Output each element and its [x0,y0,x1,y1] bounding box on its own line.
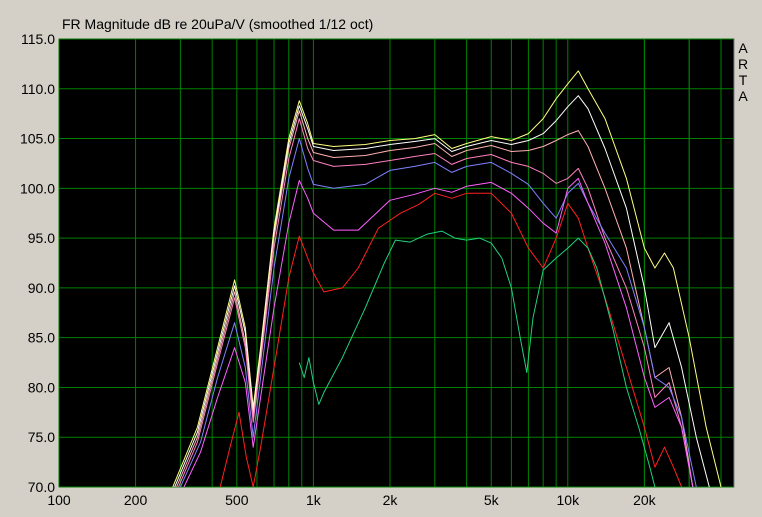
y-tick-label: 80.0 [28,379,55,395]
arta-letter: R [737,56,749,72]
x-tick-label: 200 [124,492,148,508]
x-tick-label: 500 [225,492,249,508]
chart-title: FR Magnitude dB re 20uPa/V (smoothed 1/1… [62,16,374,32]
x-tick-label: 1k [306,492,322,508]
y-tick-label: 110.0 [21,81,55,97]
arta-letter: A [738,40,748,56]
y-tick-labels: 115.0 110.0 105.0 100.0 95.0 90.0 85.0 80.0 75.0… [20,31,55,495]
x-tick-labels: 100 200 500 1k 2k 5k 10k 20k [47,492,656,508]
x-tick-label: 10k [557,492,581,508]
y-tick-label: 100.0 [20,180,55,196]
plot-background [58,38,735,488]
y-tick-label: 75.0 [28,429,55,445]
x-tick-label: 100 [47,492,71,508]
y-tick-label: 90.0 [28,280,55,296]
x-tick-label: 2k [383,492,399,508]
x-tick-label: 5k [484,492,500,508]
chart-area: 115.0 110.0 105.0 100.0 95.0 90.0 85.0 80.0 75.0… [20,31,735,508]
y-tick-label: 95.0 [28,230,55,246]
arta-letter: T [738,72,748,88]
y-tick-label: 105.0 [20,131,55,147]
x-tick-label: 20k [633,492,657,508]
arta-letter: A [738,88,748,104]
y-tick-label: 115.0 [21,31,55,47]
arta-logo: ARTA [737,40,749,104]
y-tick-label: 85.0 [28,330,55,346]
